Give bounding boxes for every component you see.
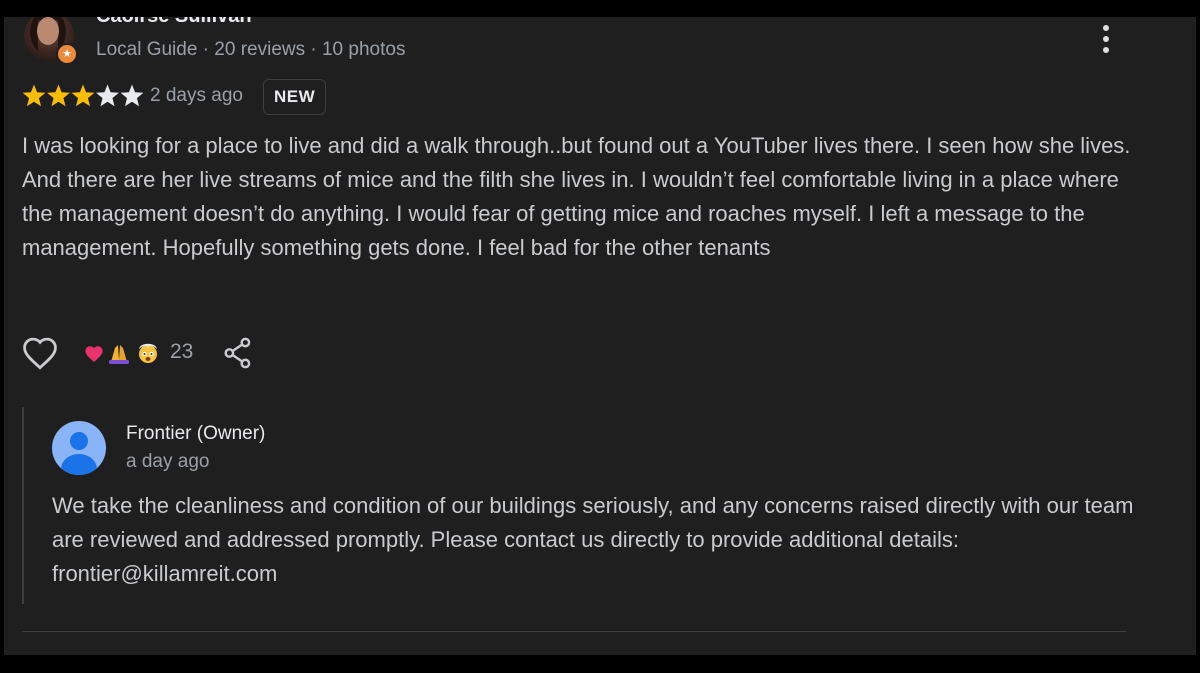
heart-emoji-icon [85,346,103,362]
review-date: 2 days ago [150,85,243,106]
star-filled-icon [47,84,70,107]
avatar-face [37,17,59,45]
share-icon[interactable] [223,337,253,369]
reaction-emojis [85,343,157,364]
heart-outline-icon[interactable] [21,336,59,370]
more-options-icon[interactable] [1098,23,1114,55]
owner-response-rule [22,407,24,604]
star-filled-icon [22,84,46,107]
divider [22,631,1126,632]
review-text: I was looking for a place to live and di… [22,133,1131,260]
avatar-shoulders [61,454,97,475]
owner-response-text: We take the cleanliness and condition of… [52,493,1134,586]
exploding-head-emoji-icon [139,343,157,363]
star-rating [21,83,145,109]
star-filled-icon [71,84,95,107]
reviewer-meta: Local Guide · 20 reviews · 10 photos [96,39,406,60]
owner-avatar [52,421,106,475]
owner-response-date: a day ago [126,451,210,472]
star-empty-icon [120,84,144,107]
star-empty-icon [96,84,119,107]
local-guide-star-icon: ★ [56,43,78,65]
avatar-head [70,432,88,450]
folded-hands-emoji-icon [109,345,129,364]
owner-name: Frontier (Owner) [126,423,266,444]
review-card: ★ Caoirse Sullivan Local Guide · 20 revi… [4,17,1196,655]
new-badge: NEW [263,79,327,115]
reviewer-name[interactable]: Caoirse Sullivan [96,17,252,28]
reaction-count: 23 [170,340,194,363]
